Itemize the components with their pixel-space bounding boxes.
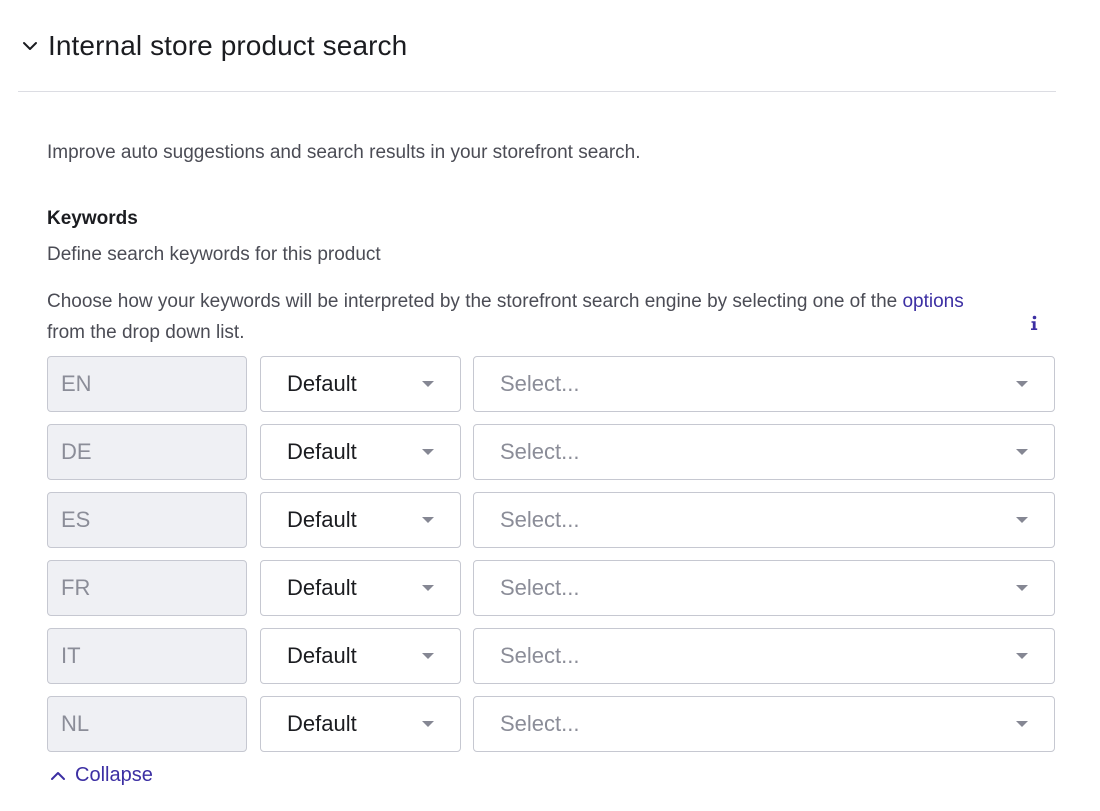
match-mode-select[interactable]: Default — [260, 424, 461, 480]
keyword-row-fr: FR Default Select... — [47, 560, 1055, 616]
match-mode-value: Default — [287, 439, 357, 464]
keyword-row-de: DE Default Select... — [47, 424, 1055, 480]
keywords-select[interactable]: Select... — [473, 492, 1055, 548]
match-mode-value: Default — [287, 711, 357, 736]
match-mode-select[interactable]: Default — [260, 560, 461, 616]
language-code-field: ES — [47, 492, 247, 548]
match-mode-value: Default — [287, 575, 357, 600]
keywords-placeholder: Select... — [500, 371, 580, 396]
collapse-button[interactable]: Collapse — [49, 764, 153, 787]
match-mode-value: Default — [287, 507, 357, 532]
chevron-down-icon[interactable] — [18, 34, 42, 58]
keywords-description: Define search keywords for this product — [47, 244, 381, 265]
keywords-select[interactable]: Select... — [473, 696, 1055, 752]
language-code-field: IT — [47, 628, 247, 684]
caret-down-icon — [1015, 652, 1029, 660]
caret-down-icon — [421, 516, 435, 524]
caret-down-icon — [421, 720, 435, 728]
section-title: Internal store product search — [48, 30, 408, 61]
section-header[interactable]: Internal store product search — [18, 26, 407, 66]
help-text-start: Choose how your keywords will be interpr… — [47, 291, 903, 312]
keywords-label: Keywords — [47, 208, 138, 229]
language-code-field: NL — [47, 696, 247, 752]
chevron-up-icon — [49, 767, 67, 785]
match-mode-select[interactable]: Default — [260, 628, 461, 684]
caret-down-icon — [421, 652, 435, 660]
match-mode-select[interactable]: Default — [260, 696, 461, 752]
keyword-row-nl: NL Default Select... — [47, 696, 1055, 752]
section-divider — [18, 91, 1056, 92]
keywords-select[interactable]: Select... — [473, 560, 1055, 616]
caret-down-icon — [1015, 584, 1029, 592]
keywords-select[interactable]: Select... — [473, 424, 1055, 480]
section-intro: Improve auto suggestions and search resu… — [47, 142, 641, 163]
keywords-placeholder: Select... — [500, 507, 580, 532]
match-mode-value: Default — [287, 643, 357, 668]
caret-down-icon — [421, 448, 435, 456]
match-mode-select[interactable]: Default — [260, 356, 461, 412]
keywords-help-text: Choose how your keywords will be interpr… — [47, 286, 987, 348]
keywords-select[interactable]: Select... — [473, 356, 1055, 412]
caret-down-icon — [421, 380, 435, 388]
collapse-label: Collapse — [75, 764, 153, 786]
keywords-placeholder: Select... — [500, 711, 580, 736]
keyword-row-it: IT Default Select... — [47, 628, 1055, 684]
language-code-field: FR — [47, 560, 247, 616]
caret-down-icon — [421, 584, 435, 592]
language-code-field: EN — [47, 356, 247, 412]
options-link[interactable]: options — [902, 291, 963, 312]
keywords-select[interactable]: Select... — [473, 628, 1055, 684]
caret-down-icon — [1015, 720, 1029, 728]
keywords-placeholder: Select... — [500, 439, 580, 464]
product-search-panel: Internal store product search Improve au… — [0, 0, 1100, 811]
language-code-field: DE — [47, 424, 247, 480]
help-text-end: from the drop down list. — [47, 322, 245, 343]
match-mode-value: Default — [287, 371, 357, 396]
keywords-placeholder: Select... — [500, 643, 580, 668]
caret-down-icon — [1015, 380, 1029, 388]
keywords-placeholder: Select... — [500, 575, 580, 600]
match-mode-select[interactable]: Default — [260, 492, 461, 548]
info-icon[interactable] — [1026, 313, 1042, 333]
keyword-row-en: EN Default Select... — [47, 356, 1055, 412]
keyword-rows: EN Default Select... DE Default Select..… — [47, 356, 1055, 764]
keyword-row-es: ES Default Select... — [47, 492, 1055, 548]
caret-down-icon — [1015, 516, 1029, 524]
caret-down-icon — [1015, 448, 1029, 456]
